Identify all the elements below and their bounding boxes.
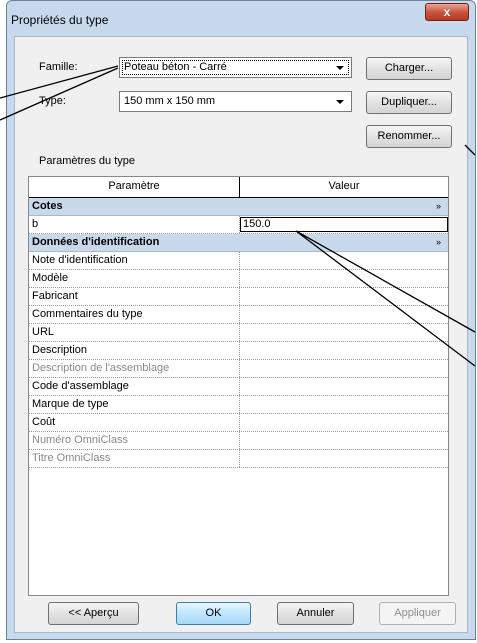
dialog-title: Propriétés du type [11,13,109,27]
chevron-down-icon [336,100,344,104]
param-name: Modèle [29,270,240,287]
collapse-icon[interactable]: » [429,198,448,215]
type-value: 150 mm x 150 mm [124,95,216,107]
param-value [240,360,448,377]
close-button[interactable]: x [425,3,469,21]
column-header-parameter[interactable]: Paramètre [29,177,240,197]
renommer-button[interactable]: Renommer... [366,125,452,148]
famille-label: Famille: [39,61,78,73]
table-row[interactable]: Commentaires du type [29,306,448,324]
type-properties-dialog: Propriétés du type x Famille: Poteau bét… [6,0,476,640]
param-value[interactable] [240,324,448,341]
table-row[interactable]: Description [29,342,448,360]
param-value[interactable] [240,396,448,413]
collapse-icon[interactable]: » [429,234,448,251]
chevron-down-icon [336,66,344,70]
parameters-grid: Paramètre Valeur Cotes » b 150.0 Données… [28,176,449,596]
param-name: b [29,216,240,233]
param-value[interactable] [240,306,448,323]
famille-select[interactable]: Poteau béton - Carré [119,57,352,78]
type-parameters-label: Paramètres du type [39,155,135,167]
dupliquer-button[interactable]: Dupliquer... [366,91,452,114]
param-name: Numéro OmniClass [29,432,240,449]
value-input-b[interactable]: 150.0 [240,217,448,232]
param-value[interactable] [240,414,448,431]
charger-button[interactable]: Charger... [366,57,452,80]
table-row[interactable]: Coût [29,414,448,432]
param-name: URL [29,324,240,341]
param-name: Commentaires du type [29,306,240,323]
table-row[interactable]: URL [29,324,448,342]
group-row-cotes[interactable]: Cotes » [29,198,448,216]
type-label: Type: [39,95,66,107]
param-name: Description de l'assemblage [29,360,240,377]
param-value [240,432,448,449]
grid-header: Paramètre Valeur [29,177,448,198]
group-name: Données d'identification [32,236,160,248]
param-value [240,450,448,467]
title-bar[interactable]: Propriétés du type x [7,1,475,35]
group-row-identification[interactable]: Données d'identification » [29,234,448,252]
type-select[interactable]: 150 mm x 150 mm [119,91,352,112]
group-name: Cotes [32,200,63,212]
param-name: Description [29,342,240,359]
param-value[interactable] [240,288,448,305]
table-row[interactable]: b 150.0 [29,216,448,234]
apercu-button[interactable]: << Aperçu [48,602,139,625]
param-value[interactable] [240,378,448,395]
annuler-button[interactable]: Annuler [277,602,354,625]
table-row[interactable]: Modèle [29,270,448,288]
table-row[interactable]: Description de l'assemblage [29,360,448,378]
table-row[interactable]: Code d'assemblage [29,378,448,396]
famille-value: Poteau béton - Carré [124,61,227,73]
table-row[interactable]: Note d'identification [29,252,448,270]
table-row[interactable]: Fabricant [29,288,448,306]
param-value[interactable] [240,252,448,269]
param-name: Titre OmniClass [29,450,240,467]
table-row[interactable]: Titre OmniClass [29,450,448,468]
param-name: Coût [29,414,240,431]
param-name: Code d'assemblage [29,378,240,395]
dialog-body: Famille: Poteau béton - Carré Charger...… [14,36,468,633]
param-name: Note d'identification [29,252,240,269]
param-name: Fabricant [29,288,240,305]
column-header-value[interactable]: Valeur [240,177,448,197]
appliquer-button[interactable]: Appliquer [379,602,456,625]
param-name: Marque de type [29,396,240,413]
table-row[interactable]: Marque de type [29,396,448,414]
param-value[interactable] [240,270,448,287]
table-row[interactable]: Numéro OmniClass [29,432,448,450]
ok-button[interactable]: OK [176,602,251,625]
param-value[interactable] [240,342,448,359]
